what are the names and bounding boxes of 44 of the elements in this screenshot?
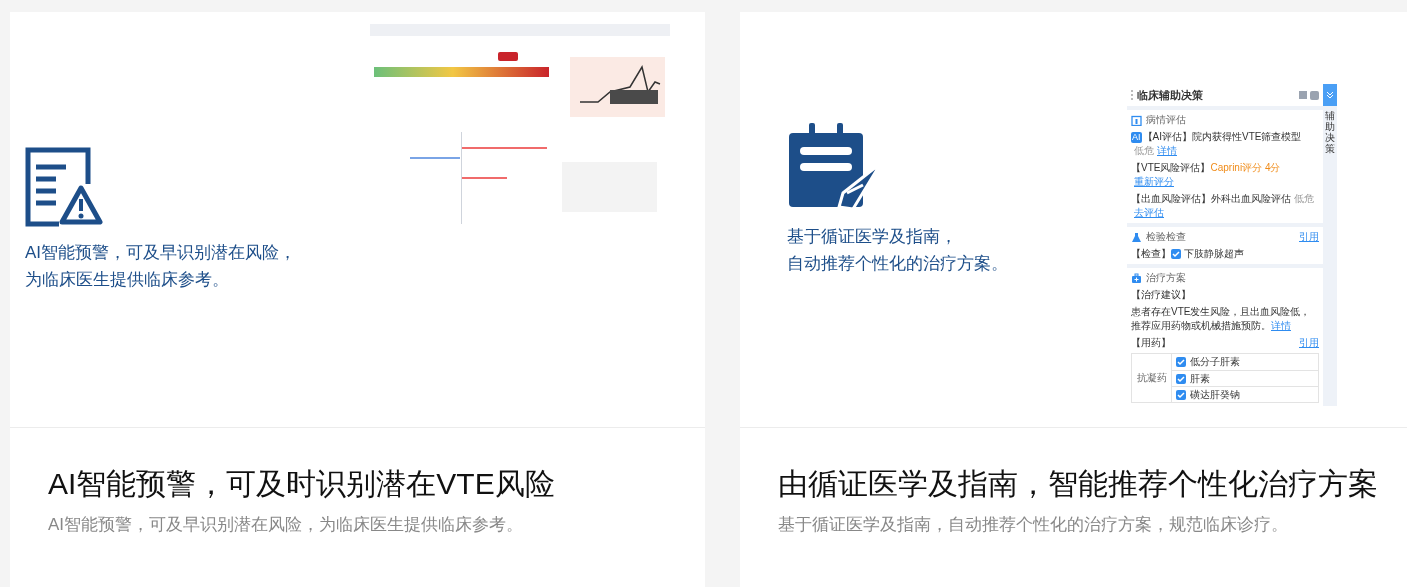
drag-handle-icon[interactable] [1131,90,1134,100]
details-link[interactable]: 详情 [1271,320,1291,331]
caption-text: 基于循证医学及指南， 自动推荐个性化的治疗方案。 [787,226,1000,275]
drug-label: 【用药】 [1131,336,1172,350]
risk-level: 低危 [1294,192,1314,206]
link[interactable]: 去评估 [1134,206,1164,220]
card-title: AI智能预警，可及时识别潜在VTE风险 [48,466,556,502]
panel-title: 临床辅助决策 [1137,88,1204,102]
drug-name: 肝素 [1190,371,1210,386]
checkbox[interactable] [1176,373,1186,384]
flask-icon [1131,231,1142,243]
cite-link[interactable]: 引用 [1299,336,1319,350]
document-warning-icon [25,147,105,227]
checkbox[interactable] [1176,389,1186,400]
link[interactable]: 详情 [1157,144,1177,158]
drug-name: 磺达肝癸钠 [1190,387,1240,402]
link[interactable]: 重新评分 [1134,175,1174,189]
cite-link[interactable]: 引用 [1299,230,1319,244]
caption-text: AI智能预警，可及早识别潜在风险， 为临床医生提供临床参考。 [25,242,298,291]
chevron-down-icon [1326,91,1334,99]
section-heading: 治疗方案 [1146,271,1187,285]
check-label: 下肢静脉超声 [1184,247,1244,261]
card-subtitle: 基于循证医学及指南，自动推荐个性化的治疗方案，规范临床诊疗。 [778,514,1289,536]
row-label: 【检查】 [1131,247,1171,261]
row-label: 【AI评估】院内获得性VTE筛查模型 [1142,130,1302,144]
drug-group: 抗凝药 [1132,354,1172,402]
checkbox[interactable] [1171,249,1181,259]
clipboard-icon [1131,114,1142,126]
section-heading: 检验检查 [1146,230,1187,244]
risk-level: 低危 [1134,144,1154,158]
advice-label: 【治疗建议】 [1131,288,1192,302]
side-tab[interactable]: 辅助决策 [1325,110,1335,154]
ai-badge: AI [1131,131,1142,143]
card-subtitle: AI智能预警，可及早识别潜在风险，为临床医生提供临床参考。 [48,514,525,536]
advice-text: 患者存在VTE发生风险，且出血风险低，推荐应用药物或机械措施预防。详情 [1131,305,1312,333]
checkbox[interactable] [1176,357,1186,367]
row-label: 【VTE风险评估】 [1131,161,1211,175]
section-heading: 病情评估 [1146,113,1187,127]
medical-kit-icon [1131,272,1142,284]
score-value: Caprini评分 4分 [1210,161,1281,175]
drug-name: 低分子肝素 [1190,355,1240,369]
card-title: 由循证医学及指南，智能推荐个性化治疗方案 [778,466,1379,502]
collapse-button[interactable] [1323,84,1337,106]
row-label: 【出血风险评估】外科出血风险评估 [1131,192,1291,206]
